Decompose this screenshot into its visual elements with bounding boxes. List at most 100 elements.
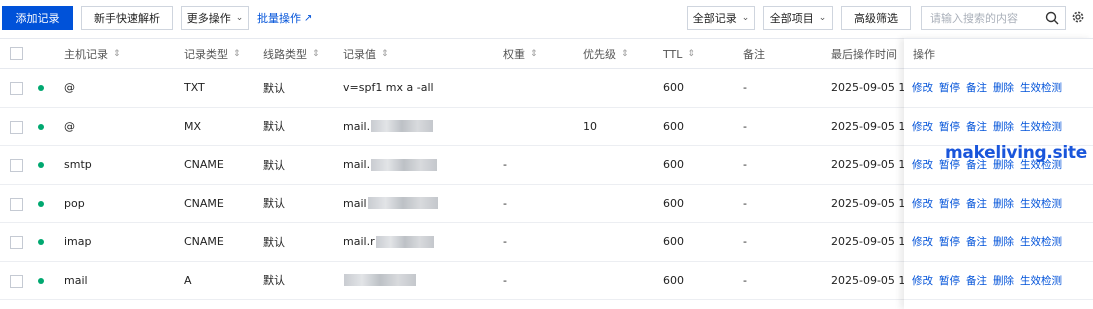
advanced-filter-button[interactable]: 高级筛选 [841,6,911,30]
batch-ops-label: 批量操作 [257,12,301,25]
modify-link[interactable]: 修改 [912,234,933,249]
all-items-label: 全部项目 [769,12,814,25]
line-cell: 默认 [263,158,285,172]
weight-cell: - [503,273,507,287]
value-text: mail. [343,119,371,133]
column-last-modified[interactable]: 最后操作时间⇕ [831,39,910,69]
modify-link[interactable]: 修改 [912,119,933,134]
row-checkbox[interactable] [10,120,23,134]
gear-icon[interactable] [1071,10,1085,27]
time-cell: 2025-09-05 10:47 [831,119,904,133]
ops-row: 修改 暂停 备注 删除 生效检测 [904,223,1093,262]
remark-link[interactable]: 备注 [966,196,987,211]
modify-link[interactable]: 修改 [912,196,933,211]
delete-link[interactable]: 删除 [993,119,1014,134]
line-cell: 默认 [263,120,285,134]
operations-column: 操作 修改 暂停 备注 删除 生效检测 修改 暂停 备注 删除 生效检测 修改 暂停 备注 删除 生效检… [904,38,1093,309]
all-records-dropdown[interactable]: 全部记录 ⌄ [687,6,755,30]
sort-icon: ⇕ [621,49,629,59]
sort-icon: ⇕ [113,49,121,59]
check-link[interactable]: 生效检测 [1020,234,1062,249]
modify-link[interactable]: 修改 [912,157,933,172]
status-enabled-icon [38,123,44,130]
pause-link[interactable]: 暂停 [939,196,960,211]
redacted-value [371,158,438,171]
weight-cell: - [503,235,507,249]
check-link[interactable]: 生效检测 [1020,273,1062,288]
watermark: makeliving.site [945,143,1087,163]
value-text: mail [343,196,367,210]
column-line-label: 线路类型 [263,48,307,61]
pause-link[interactable]: 暂停 [939,234,960,249]
quick-setup-label: 新手快速解析 [94,12,160,25]
column-weight-label: 权重 [503,48,525,61]
sort-icon: ⇕ [312,49,320,59]
weight-cell: - [503,158,507,172]
check-link[interactable]: 生效检测 [1020,80,1062,95]
column-ttl[interactable]: TTL ⇕ [663,39,695,69]
row-checkbox[interactable] [10,274,23,288]
remark-link[interactable]: 备注 [966,273,987,288]
remark-cell: - [743,235,747,249]
delete-link[interactable]: 删除 [993,80,1014,95]
more-actions-dropdown[interactable]: 更多操作 ⌄ [181,6,249,30]
host-cell: pop [64,196,85,210]
add-record-button[interactable]: 添加记录 [2,6,73,30]
row-checkbox[interactable] [10,197,23,211]
value-cell: mail [343,185,438,223]
column-last-modified-label: 最后操作时间 [831,48,897,61]
weight-cell: - [503,196,507,210]
value-text: v=spf1 mx a -all [343,81,434,95]
line-cell: 默认 [263,274,285,288]
type-cell: CNAME [184,235,224,249]
column-priority[interactable]: 优先级 ⇕ [583,39,629,69]
delete-link[interactable]: 删除 [993,234,1014,249]
remark-link[interactable]: 备注 [966,80,987,95]
all-records-label: 全部记录 [692,12,737,25]
ops-row: 修改 暂停 备注 删除 生效检测 [904,185,1093,223]
column-line[interactable]: 线路类型 ⇕ [263,39,320,69]
column-ops-label: 操作 [913,47,935,61]
check-link[interactable]: 生效检测 [1020,196,1062,211]
column-value-label: 记录值 [343,48,376,61]
pause-link[interactable]: 暂停 [939,80,960,95]
host-cell: imap [64,235,92,249]
search-icon[interactable] [1045,11,1059,28]
ttl-cell: 600 [663,235,684,249]
modify-link[interactable]: 修改 [912,80,933,95]
check-link[interactable]: 生效检测 [1020,119,1062,134]
select-all-checkbox[interactable] [10,47,23,60]
column-value[interactable]: 记录值 ⇕ [343,39,389,69]
all-items-dropdown[interactable]: 全部项目 ⌄ [763,6,833,30]
batch-ops-link[interactable]: 批量操作 ↗ [257,6,312,30]
row-checkbox[interactable] [10,82,23,95]
remark-cell: - [743,158,747,172]
column-ttl-label: TTL [663,47,683,61]
search-box [921,6,1066,30]
time-cell: 2025-09-05 10:47 [831,81,904,95]
column-host[interactable]: 主机记录 ⇕ [64,39,121,69]
remark-link[interactable]: 备注 [966,119,987,134]
redacted-value [344,274,416,287]
ttl-cell: 600 [663,81,684,95]
search-input[interactable] [930,11,1040,25]
line-cell: 默认 [263,81,285,95]
host-cell: @ [64,119,75,133]
pause-link[interactable]: 暂停 [939,273,960,288]
quick-setup-button[interactable]: 新手快速解析 [81,6,173,30]
redacted-value [371,120,434,133]
row-checkbox[interactable] [10,236,23,249]
column-weight[interactable]: 权重 ⇕ [503,39,538,69]
remark-link[interactable]: 备注 [966,234,987,249]
delete-link[interactable]: 删除 [993,273,1014,288]
row-checkbox[interactable] [10,159,23,172]
column-type[interactable]: 记录类型 ⇕ [184,39,241,69]
modify-link[interactable]: 修改 [912,273,933,288]
type-cell: TXT [184,81,205,95]
chevron-down-icon: ⌄ [741,13,750,23]
delete-link[interactable]: 删除 [993,196,1014,211]
value-text: mail. [343,158,371,172]
ttl-cell: 600 [663,158,684,172]
value-cell [343,262,416,300]
pause-link[interactable]: 暂停 [939,119,960,134]
